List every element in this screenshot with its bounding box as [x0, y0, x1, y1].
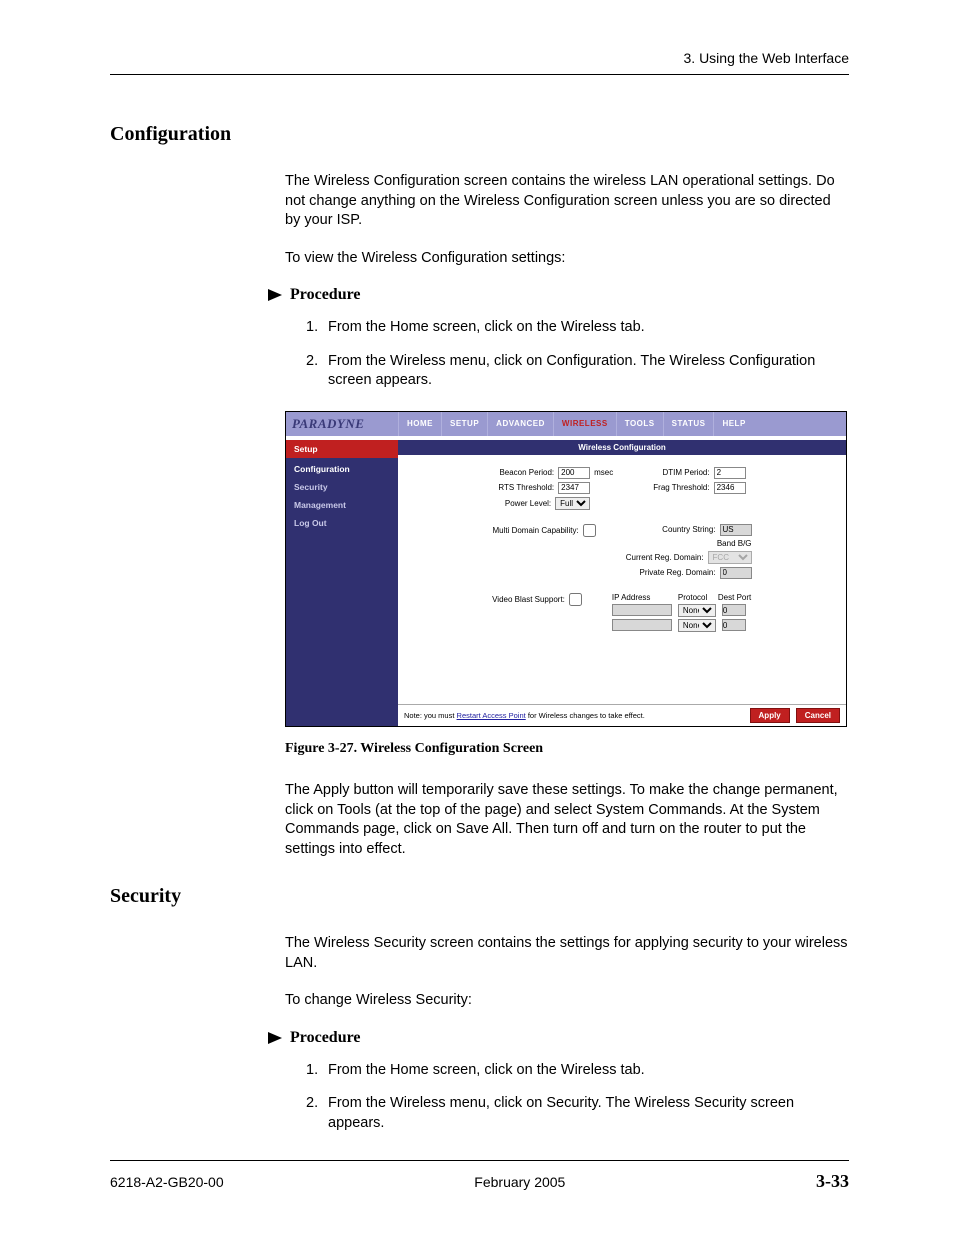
vbs-label: Video Blast Support:: [492, 595, 565, 604]
cancel-button[interactable]: Cancel: [796, 708, 840, 723]
procedure-marker-2: Procedure: [268, 1029, 849, 1047]
proto-select-1[interactable]: None: [678, 604, 716, 617]
running-header: 3. Using the Web Interface: [110, 50, 849, 66]
procedure-marker-1: Procedure: [268, 286, 849, 304]
ip-header-proto: Protocol: [678, 593, 712, 602]
brand-logo: PARADYNE: [286, 412, 398, 436]
security-step-1: From the Home screen, click on the Wirel…: [328, 1061, 849, 1081]
sidebar-item-management[interactable]: Management: [286, 496, 398, 514]
config-after-figure: The Apply button will temporarily save t…: [285, 781, 849, 859]
rts-input[interactable]: [558, 482, 590, 494]
power-label: Power Level:: [505, 499, 551, 508]
triangle-icon: [268, 289, 282, 301]
config-step-2: From the Wireless menu, click on Configu…: [328, 352, 849, 391]
restart-link[interactable]: Restart Access Point: [457, 711, 526, 720]
config-lead: To view the Wireless Configuration setti…: [285, 249, 849, 269]
beacon-label: Beacon Period:: [499, 468, 554, 477]
rts-label: RTS Threshold:: [498, 483, 554, 492]
tab-advanced[interactable]: ADVANCED: [487, 412, 553, 436]
beacon-unit: msec: [594, 468, 613, 477]
triangle-icon: [268, 1032, 282, 1044]
prd-label: Private Reg. Domain:: [640, 568, 716, 577]
section-configuration-heading: Configuration: [110, 123, 849, 146]
header-rule: [110, 74, 849, 75]
security-lead: To change Wireless Security:: [285, 991, 849, 1011]
tab-setup[interactable]: SETUP: [441, 412, 487, 436]
footer-page-number: 3-33: [816, 1171, 849, 1192]
band-label: Band B/G: [717, 539, 752, 548]
prd-input: [720, 567, 752, 579]
screenshot-wireless-config: PARADYNE HOME SETUP ADVANCED WIRELESS TO…: [285, 411, 847, 727]
sidebar-head: Setup: [286, 440, 398, 460]
vbs-checkbox[interactable]: [569, 593, 582, 606]
port-input-1[interactable]: [722, 604, 746, 616]
sidebar-item-configuration[interactable]: Configuration: [286, 460, 398, 478]
dtim-label: DTIM Period:: [662, 468, 709, 477]
power-select[interactable]: Full: [555, 497, 590, 510]
tab-wireless[interactable]: WIRELESS: [553, 412, 616, 436]
config-step-1: From the Home screen, click on the Wirel…: [328, 318, 849, 338]
beacon-input[interactable]: [558, 467, 590, 479]
mdc-label: Multi Domain Capability:: [492, 526, 578, 535]
footer-note: Note: you must Restart Access Point for …: [404, 711, 744, 720]
panel-title: Wireless Configuration: [398, 440, 846, 455]
tab-help[interactable]: HELP: [713, 412, 753, 436]
config-intro: The Wireless Configuration screen contai…: [285, 172, 849, 231]
sidebar-item-security[interactable]: Security: [286, 478, 398, 496]
footer-left: 6218-A2-GB20-00: [110, 1174, 224, 1190]
tab-home[interactable]: HOME: [398, 412, 441, 436]
ip-header-ip: IP Address: [612, 593, 672, 602]
ip-input-1[interactable]: [612, 604, 672, 616]
security-step-2: From the Wireless menu, click on Securit…: [328, 1094, 849, 1133]
sidebar-item-logout[interactable]: Log Out: [286, 514, 398, 532]
apply-button[interactable]: Apply: [750, 708, 790, 723]
footer-center: February 2005: [474, 1174, 565, 1190]
dtim-input[interactable]: [714, 467, 746, 479]
figure-caption: Figure 3-27. Wireless Configuration Scre…: [285, 741, 849, 757]
country-input: [720, 524, 752, 536]
section-security-heading: Security: [110, 885, 849, 908]
procedure-label-2: Procedure: [290, 1029, 361, 1047]
mdc-checkbox[interactable]: [583, 524, 596, 537]
tab-status[interactable]: STATUS: [663, 412, 714, 436]
crd-label: Current Reg. Domain:: [626, 553, 704, 562]
proto-select-2[interactable]: None: [678, 619, 716, 632]
ip-header-port: Dest Port: [718, 593, 752, 602]
ip-input-2[interactable]: [612, 619, 672, 631]
security-intro: The Wireless Security screen contains th…: [285, 934, 849, 973]
port-input-2[interactable]: [722, 619, 746, 631]
country-label: Country String:: [662, 525, 715, 534]
tab-tools[interactable]: TOOLS: [616, 412, 663, 436]
crd-select: FCC: [708, 551, 752, 564]
procedure-label-1: Procedure: [290, 286, 361, 304]
frag-label: Frag Threshold:: [653, 483, 709, 492]
frag-input[interactable]: [714, 482, 746, 494]
